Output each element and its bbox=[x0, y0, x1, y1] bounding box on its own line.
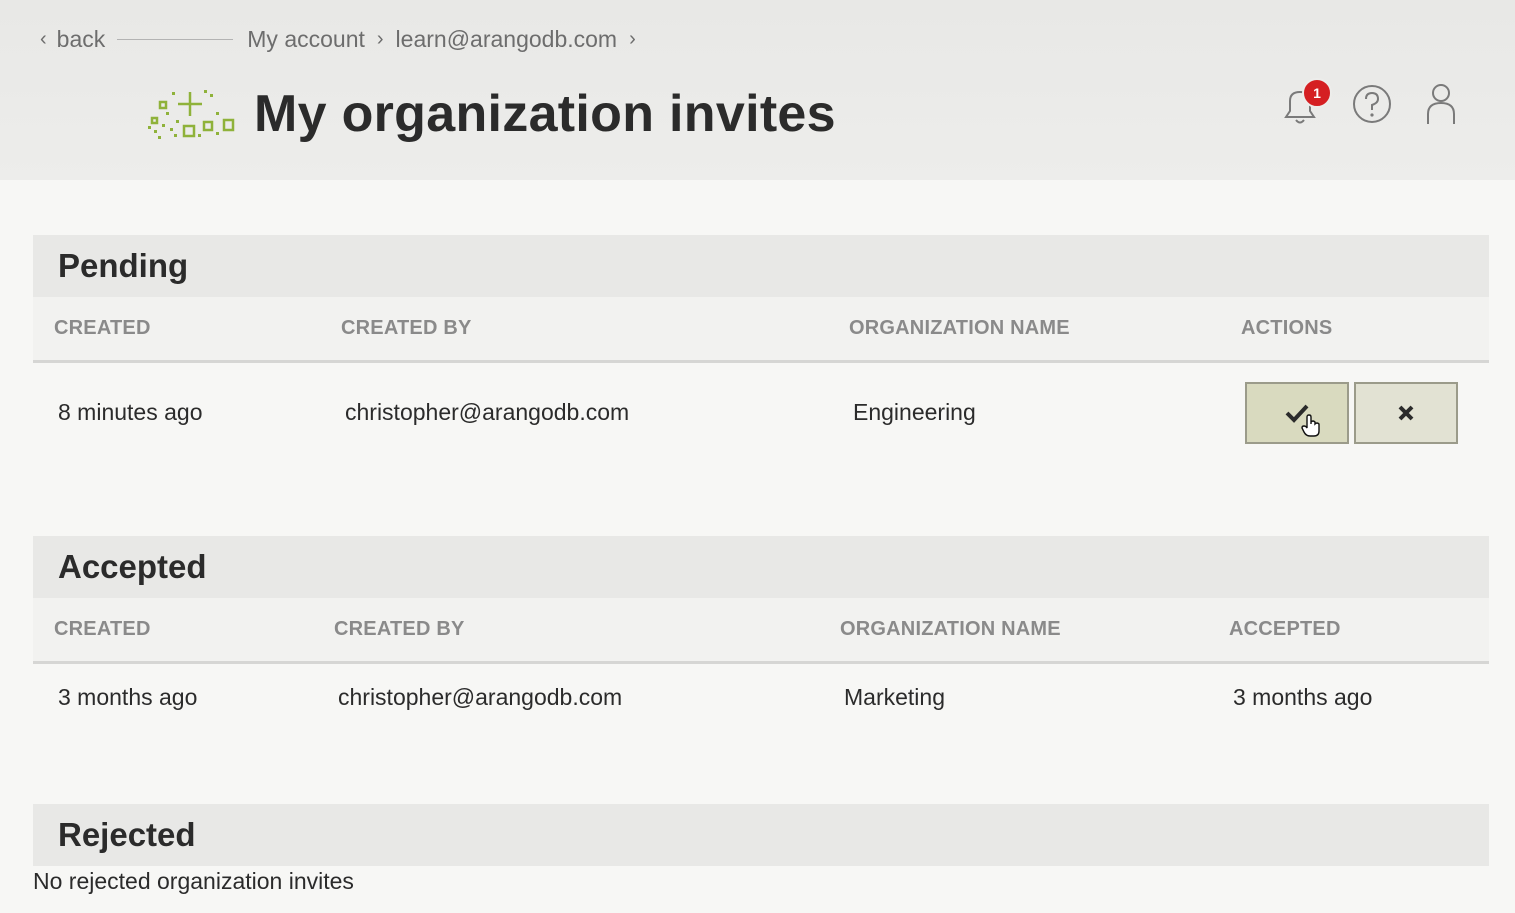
invite-created: 3 months ago bbox=[58, 684, 198, 710]
help-icon bbox=[1353, 85, 1391, 123]
pending-section-title: Pending bbox=[33, 235, 1489, 297]
invite-accepted-date: 3 months ago bbox=[1233, 684, 1373, 710]
accepted-section-title: Accepted bbox=[33, 536, 1489, 598]
reject-invite-button[interactable] bbox=[1354, 382, 1458, 444]
column-header-accepted: ACCEPTED bbox=[1229, 618, 1341, 640]
invite-organization-name: Marketing bbox=[844, 684, 945, 710]
table-row: 8 minutes ago christopher@arangodb.com E… bbox=[33, 363, 1489, 463]
invite-created-by: christopher@arangodb.com bbox=[345, 399, 630, 425]
column-header-actions: ACTIONS bbox=[1241, 317, 1333, 339]
notifications-button[interactable]: 1 bbox=[1278, 78, 1332, 133]
back-link[interactable]: back bbox=[57, 26, 106, 53]
page-header: ‹ back My account › learn@arangodb.com ›… bbox=[0, 0, 1515, 180]
column-header-organization-name: ORGANIZATION NAME bbox=[840, 618, 1061, 640]
breadcrumb-account-email[interactable]: learn@arangodb.com bbox=[396, 26, 618, 53]
user-icon bbox=[1427, 84, 1455, 124]
rejected-section-title: Rejected bbox=[33, 804, 1489, 866]
column-header-created: CREATED bbox=[54, 618, 151, 640]
column-header-created-by: CREATED BY bbox=[341, 317, 472, 339]
close-icon bbox=[1398, 405, 1414, 421]
invite-created-by: christopher@arangodb.com bbox=[338, 684, 623, 710]
accepted-section: Accepted CREATED CREATED BY ORGANIZATION… bbox=[33, 536, 1489, 734]
column-header-created: CREATED bbox=[54, 317, 151, 339]
column-header-organization-name: ORGANIZATION NAME bbox=[849, 317, 1070, 339]
table-row: 3 months ago christopher@arangodb.com Ma… bbox=[33, 664, 1489, 734]
breadcrumb-divider bbox=[117, 38, 234, 40]
breadcrumb: ‹ back My account › learn@arangodb.com › bbox=[40, 24, 648, 54]
hand-cursor-icon bbox=[1301, 414, 1320, 437]
breadcrumb-my-account[interactable]: My account bbox=[247, 26, 365, 53]
rejected-empty-message: No rejected organization invites bbox=[33, 868, 354, 894]
pending-section: Pending CREATED CREATED BY ORGANIZATION … bbox=[33, 235, 1489, 463]
invite-organization-name: Engineering bbox=[853, 399, 976, 425]
page-title: My organization invites bbox=[254, 85, 836, 143]
help-button[interactable] bbox=[1352, 84, 1392, 129]
organization-logo-icon bbox=[148, 90, 235, 139]
pending-table-header: CREATED CREATED BY ORGANIZATION NAME ACT… bbox=[33, 297, 1489, 363]
chevron-left-icon: ‹ bbox=[40, 27, 47, 50]
user-menu-button[interactable] bbox=[1424, 82, 1458, 131]
chevron-right-icon: › bbox=[629, 27, 636, 50]
accept-invite-button[interactable] bbox=[1245, 382, 1349, 444]
notification-count-badge: 1 bbox=[1302, 78, 1332, 108]
header-actions: 1 bbox=[1278, 78, 1468, 133]
chevron-right-icon: › bbox=[376, 27, 384, 50]
rejected-section: Rejected bbox=[33, 804, 1489, 866]
accepted-table-header: CREATED CREATED BY ORGANIZATION NAME ACC… bbox=[33, 598, 1489, 664]
invite-created: 8 minutes ago bbox=[58, 399, 203, 425]
column-header-created-by: CREATED BY bbox=[334, 618, 465, 640]
